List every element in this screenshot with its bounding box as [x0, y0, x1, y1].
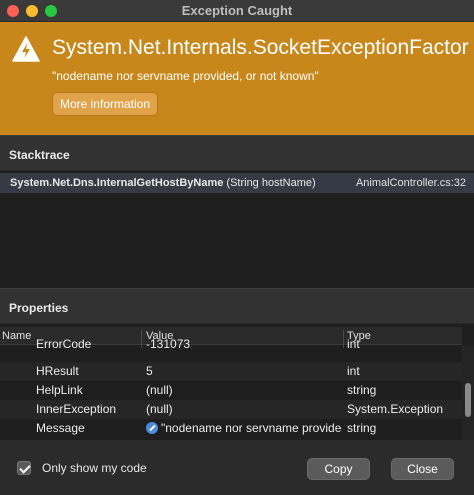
property-type: string — [347, 383, 377, 397]
property-name: HResult — [36, 364, 79, 378]
window-title: Exception Caught — [181, 3, 293, 18]
exception-type: System.Net.Internals.SocketExceptionFact… — [52, 36, 469, 59]
close-window-icon[interactable] — [7, 5, 19, 17]
stacktrace-title: Stacktrace — [9, 148, 70, 162]
property-value: (null) — [146, 383, 173, 397]
window-controls — [7, 5, 57, 17]
stack-frame-args: (String hostName) — [223, 177, 316, 189]
exception-window: Exception Caught System.Net.Internals.So… — [0, 0, 474, 495]
column-name-header[interactable]: Name — [2, 330, 31, 342]
property-type: int — [347, 364, 360, 378]
stack-frame-method-name: System.Net.Dns.InternalGetHostByName — [10, 177, 224, 189]
more-information-button[interactable]: More information — [52, 92, 158, 116]
scrollbar-thumb[interactable] — [465, 383, 471, 417]
minimize-window-icon[interactable] — [26, 5, 38, 17]
property-name: HelpLink — [36, 383, 83, 397]
table-row[interactable]: ErrorCode -131073 int — [0, 337, 462, 356]
stack-frame-method: System.Net.Dns.InternalGetHostByName (St… — [10, 177, 316, 189]
exception-banner: System.Net.Internals.SocketExceptionFact… — [0, 22, 474, 135]
only-my-code-checkbox[interactable] — [17, 461, 31, 475]
property-value: "nodename nor servname provided — [161, 421, 342, 435]
stack-frame-row[interactable]: System.Net.Dns.InternalGetHostByName (St… — [0, 173, 474, 193]
table-row[interactable]: Message "nodename nor servname provided … — [0, 419, 462, 438]
stacktrace-list: System.Net.Dns.InternalGetHostByName (St… — [0, 171, 474, 288]
property-value: -131073 — [146, 337, 191, 351]
table-row[interactable]: HResult 5 int — [0, 362, 462, 381]
property-type: int — [347, 337, 360, 351]
property-type: string — [347, 421, 377, 435]
property-name: Message — [36, 421, 85, 435]
property-name: InnerException — [36, 402, 117, 416]
properties-table: Name Value Type ErrorCode -131073 int HR… — [0, 324, 474, 440]
edit-pencil-icon[interactable] — [146, 422, 158, 434]
warning-icon — [12, 36, 40, 62]
zoom-window-icon[interactable] — [45, 5, 57, 17]
close-button[interactable]: Close — [391, 458, 454, 480]
property-value: 5 — [146, 364, 153, 378]
exception-message: "nodename nor servname provided, or not … — [52, 69, 319, 83]
properties-scrollbar[interactable] — [462, 345, 474, 440]
property-name: ErrorCode — [36, 337, 92, 351]
title-bar: Exception Caught — [0, 0, 474, 22]
table-row[interactable]: InnerException (null) System.Exception — [0, 400, 462, 419]
property-type: System.Exception — [347, 402, 444, 416]
properties-header: Properties — [0, 288, 474, 324]
property-value-container: "nodename nor servname provided — [146, 421, 342, 435]
property-value: (null) — [146, 402, 173, 416]
stack-frame-location[interactable]: AnimalController.cs:32 — [356, 177, 466, 189]
table-row[interactable]: HelpLink (null) string — [0, 381, 462, 400]
stacktrace-header: Stacktrace — [0, 135, 474, 171]
only-my-code-label[interactable]: Only show my code — [42, 461, 147, 475]
properties-title: Properties — [9, 301, 69, 315]
copy-button[interactable]: Copy — [307, 458, 370, 480]
dialog-footer: Only show my code Copy Close — [0, 440, 474, 495]
